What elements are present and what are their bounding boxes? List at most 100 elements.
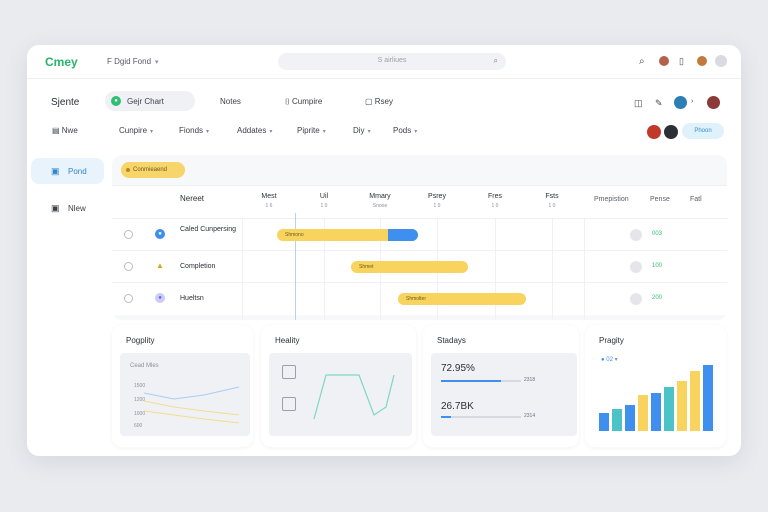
bar-label: Shmolter [406, 296, 427, 302]
primary-action-button[interactable]: Phoon [682, 123, 724, 139]
folder-icon: ▣ [51, 203, 60, 213]
new-button[interactable]: ▤ Nwe [52, 126, 78, 135]
workspace-switcher[interactable]: F Dgid Fond ▾ [107, 57, 159, 66]
chevron-down-icon: ▾ [367, 129, 371, 135]
workspace-label: F Dgid Fond [107, 57, 152, 66]
link-icon: ⌷ [285, 97, 293, 106]
chevron-right-icon[interactable]: › [691, 98, 693, 105]
avatar[interactable] [647, 125, 661, 139]
status-badge[interactable]: Conmieaend [121, 162, 185, 178]
grid-line [584, 219, 585, 320]
filter-dropdown[interactable]: Diy ▾ [353, 126, 371, 135]
chevron-down-icon: ▾ [269, 129, 273, 135]
bar-label: Shmono [285, 232, 304, 238]
sidebar-item-label: Nlew [68, 204, 86, 213]
app-window: Cmey F Dgid Fond ▾ S airliues ⌕ ⌕ ▯ Sjent… [27, 45, 741, 456]
gantt-bar[interactable]: Shmolter [398, 293, 526, 305]
top-bar: Cmey F Dgid Fond ▾ S airliues ⌕ ⌕ ▯ [27, 45, 741, 79]
avatar[interactable] [674, 96, 687, 109]
board-icon: ▣ [51, 166, 60, 176]
row-checkbox[interactable] [124, 294, 133, 303]
legend-dropdown[interactable]: ● 02 ▾ [601, 356, 618, 363]
page-icon: ▢ [365, 97, 375, 106]
search-bar[interactable]: S airliues ⌕ [278, 53, 506, 70]
gantt-bar[interactable]: Shmono [277, 229, 418, 241]
avatar[interactable] [697, 56, 707, 66]
stat-side: 2318 [524, 377, 536, 383]
chart-bar [599, 413, 609, 431]
filter-dropdown[interactable]: Addates ▾ [237, 126, 272, 135]
gantt-panel: Conmieaend Nereet Mest 1 6 Uil 1 0 Mmary Sn… [112, 155, 727, 320]
gantt-bar[interactable]: Shmet [351, 261, 468, 273]
legend-label: 02 [606, 357, 613, 363]
filter-dropdown[interactable]: Pods ▾ [393, 126, 417, 135]
bell-icon[interactable]: ▯ [679, 56, 684, 67]
line-chart-panel: Cead Mles 1500 1200 1000 600 [120, 353, 250, 436]
assignee-avatar [630, 293, 642, 305]
stadays-card: Stadays 72.95% 2318 26.7BK 2314 [423, 325, 579, 447]
sidebar-item-new[interactable]: ▣ Nlew [31, 195, 104, 221]
stat-side: 2314 [524, 413, 536, 419]
tab-compare[interactable]: ⌷ Cumpire [285, 91, 322, 111]
app-logo: Cmey [45, 55, 78, 69]
avatar[interactable] [659, 56, 669, 66]
pragity-card: Pragity ● 02 ▾ [585, 325, 726, 447]
row-name: Caled Cunpersing [180, 226, 237, 233]
tab-label: Rsey [374, 97, 394, 106]
column-sublabel: 1 0 [491, 203, 499, 209]
date-column-header: Mest 1 6 [254, 193, 284, 209]
search-icon[interactable]: ⌕ [639, 56, 645, 67]
card-title: Pogplity [126, 336, 155, 345]
row-value: 200 [652, 295, 663, 301]
tab-rsey[interactable]: ▢ Rsey [365, 91, 393, 111]
tab-gantt-chart[interactable]: ● Gejr Chart [105, 91, 195, 111]
tab-notes[interactable]: Notes [220, 91, 241, 111]
avatar[interactable] [715, 55, 727, 67]
popularity-card: Pogplity Cead Mles 1500 1200 1000 600 [112, 325, 253, 447]
sidebar-item-pond[interactable]: ▣ Pond [31, 158, 104, 184]
stat-progress-fill [441, 380, 501, 382]
chart-bar [664, 387, 674, 431]
tick-label: 600 [134, 423, 143, 429]
bar-label: Shmet [359, 264, 374, 270]
chevron-down-icon: ▾ [155, 59, 159, 66]
row-checkbox[interactable] [124, 262, 133, 271]
edit-icon[interactable]: ✎ [655, 98, 663, 109]
stat-progress-fill [441, 416, 451, 418]
row-checkbox[interactable] [124, 230, 133, 239]
column-label: Fsts [545, 193, 559, 200]
column-header: Pense [650, 196, 670, 203]
toolbar: ▤ Nwe Cunpire ▾ Fionds ▾ Addates ▾ Piprite ▾… [27, 120, 741, 144]
chart-label: Cead Mles [130, 363, 159, 369]
date-column-header: Uil 1 0 [309, 193, 339, 209]
filter-dropdown[interactable]: Piprite ▾ [297, 126, 326, 135]
line-chart [144, 386, 240, 424]
row-value: 100 [652, 263, 663, 269]
filter-label: Cunpire [119, 126, 148, 135]
check-circle-icon: ● [155, 229, 165, 239]
column-label: Psrey [428, 193, 446, 200]
avatar[interactable] [664, 125, 678, 139]
chart-icon [282, 397, 296, 411]
chart-bar [612, 409, 622, 431]
status-dot-icon [126, 168, 130, 172]
filter-dropdown[interactable]: Cunpire ▾ [119, 126, 153, 135]
camera-icon[interactable]: ◫ [634, 98, 643, 109]
column-sublabel: 1 6 [265, 203, 273, 209]
bar-progress [388, 229, 418, 241]
avatar[interactable] [707, 96, 720, 109]
new-label: Nwe [61, 126, 78, 135]
project-bar: Sjente ● Gejr Chart Notes ⌷ Cumpire ▢ Rs… [27, 89, 741, 115]
column-sublabel: 1 0 [320, 203, 328, 209]
name-column-header: Nereet [180, 194, 205, 203]
column-header: Pmepistion [594, 196, 629, 203]
stats-panel: 72.95% 2318 26.7BK 2314 [431, 353, 577, 436]
filter-label: Fionds [179, 126, 204, 135]
calendar-icon: ▤ [52, 126, 62, 135]
column-header: Fatl [690, 196, 702, 203]
warning-icon: ▲ [156, 261, 164, 270]
row-name: Completion [180, 263, 216, 270]
stat-value: 72.95% [441, 363, 475, 374]
gantt-row[interactable]: ● Caled Cunpersing 003 [112, 219, 727, 251]
filter-dropdown[interactable]: Fionds ▾ [179, 126, 209, 135]
